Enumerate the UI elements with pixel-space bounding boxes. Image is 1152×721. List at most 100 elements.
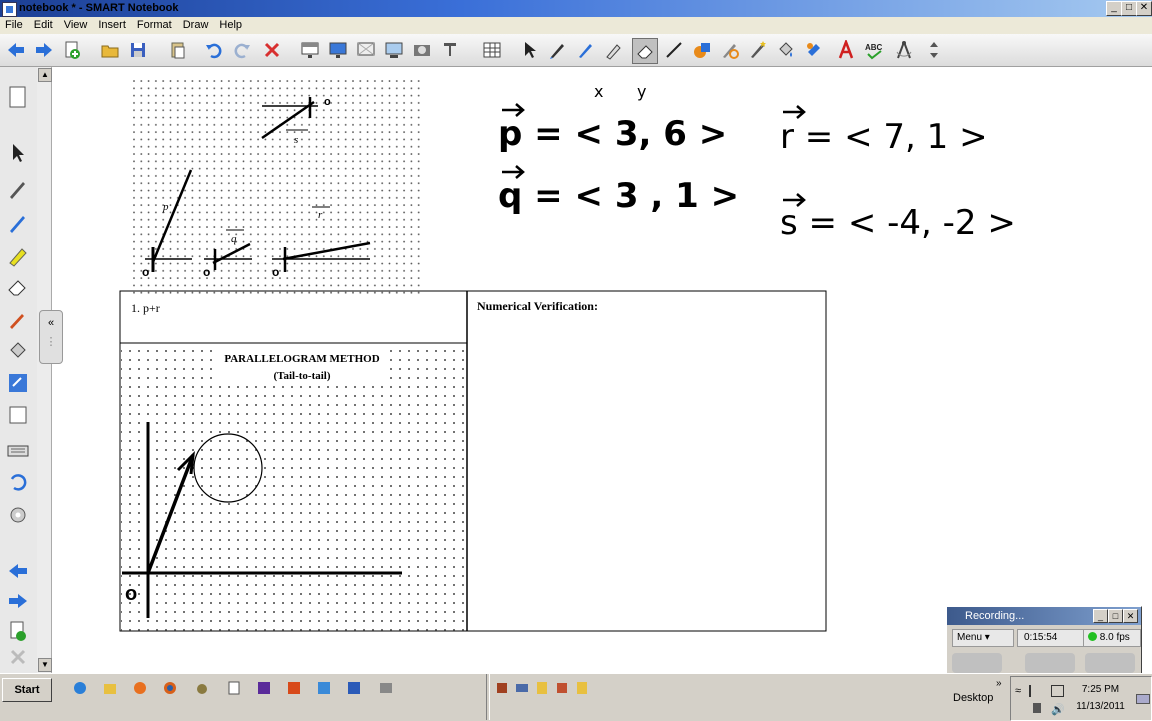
explorer-icon[interactable] [102, 680, 118, 696]
properties-icon[interactable] [804, 40, 824, 60]
save-icon[interactable] [128, 40, 148, 60]
side-undo-icon[interactable] [6, 469, 32, 495]
close-button[interactable]: ✕ [1136, 1, 1152, 16]
start-button[interactable]: Start [2, 678, 52, 702]
recorder-close-button[interactable]: ✕ [1123, 609, 1138, 623]
line-icon[interactable] [664, 40, 684, 60]
document-icon[interactable] [226, 680, 242, 696]
handwritten-notes: x y p = < 3, 6 > q = < 3 , 1 > r = < 7, … [498, 82, 1016, 243]
gimp-icon[interactable] [194, 680, 210, 696]
shapes-icon[interactable] [692, 40, 712, 60]
menu-edit[interactable]: Edit [29, 17, 59, 31]
tray-app-4-icon[interactable] [554, 680, 570, 696]
add-page-icon[interactable] [62, 40, 82, 60]
side-text-icon[interactable] [6, 371, 32, 397]
side-capture-icon[interactable] [6, 403, 32, 429]
menu-help[interactable]: Help [214, 17, 248, 31]
paste-icon[interactable] [168, 40, 188, 60]
document-camera-icon[interactable] [440, 40, 460, 60]
display-icon[interactable] [384, 40, 404, 60]
side-eraser-icon[interactable] [6, 275, 32, 301]
expand-chevron-icon[interactable]: » [996, 678, 1002, 689]
redo-icon[interactable] [232, 40, 252, 60]
powerpoint-icon[interactable] [286, 680, 302, 696]
scroll-down-icon[interactable]: ▼ [38, 658, 52, 672]
tray-app-2-icon[interactable] [514, 680, 530, 696]
word-icon[interactable] [346, 680, 362, 696]
side-highlighter-icon[interactable] [6, 243, 32, 269]
app-icon [2, 2, 17, 17]
text-icon[interactable] [836, 38, 856, 60]
notebook-icon[interactable] [316, 680, 332, 696]
pen-icon[interactable] [548, 40, 568, 60]
screen-shade-icon[interactable] [300, 40, 320, 60]
transparent-background-icon[interactable] [356, 40, 376, 60]
clock[interactable]: 7:25 PM 11/13/2011 [1073, 684, 1128, 712]
side-creative-pen-icon[interactable] [6, 211, 32, 237]
origin-label-bottom: o [125, 583, 137, 605]
side-select-icon[interactable] [6, 141, 32, 167]
menu-view[interactable]: View [59, 17, 94, 31]
ie-icon[interactable] [72, 680, 88, 696]
side-settings-icon[interactable] [6, 503, 32, 529]
menu-insert[interactable]: Insert [93, 17, 132, 31]
side-fill-icon[interactable] [6, 339, 32, 365]
tools-icon[interactable] [378, 680, 394, 696]
creative-pen-icon[interactable] [576, 40, 596, 60]
show-desktop-icon[interactable] [1136, 694, 1150, 704]
toolbar-move-icon[interactable] [924, 40, 944, 60]
maximize-button[interactable]: □ [1121, 1, 1137, 16]
tray-app-5-icon[interactable] [574, 680, 590, 696]
flag-icon[interactable] [1029, 685, 1041, 697]
fill-icon[interactable] [776, 40, 796, 60]
measurement-tools-icon[interactable] [894, 40, 914, 60]
side-previous-page-icon[interactable] [6, 559, 32, 585]
side-keyboard-icon[interactable] [6, 439, 32, 465]
vertical-scrollbar[interactable]: ▲ ▼ [37, 67, 52, 673]
whiteboard-canvas[interactable]: o s p o q o r o 1. p+r Numerical Verific… [52, 67, 1152, 673]
tray-expand-icon[interactable]: ≈ [1015, 685, 1021, 697]
desktop-toolbar-label[interactable]: Desktop [953, 692, 993, 704]
undo-icon[interactable] [204, 40, 224, 60]
media-icon[interactable] [132, 680, 148, 696]
side-pen-icon[interactable] [6, 177, 32, 203]
firefox-icon[interactable] [162, 680, 178, 696]
clock-date: 11/13/2011 [1076, 701, 1125, 712]
select-arrow-icon[interactable] [520, 40, 540, 60]
power-icon[interactable] [1033, 703, 1041, 713]
recorder-control-1[interactable] [952, 653, 1002, 673]
back-arrow-icon[interactable] [6, 40, 26, 60]
sidebar-collapse-handle[interactable]: « ⋮ [39, 310, 63, 364]
side-magic-pen-icon[interactable] [6, 307, 32, 333]
forward-arrow-icon[interactable] [34, 40, 54, 60]
recorder-control-2[interactable] [1025, 653, 1075, 673]
minimize-button[interactable]: _ [1106, 1, 1122, 16]
open-folder-icon[interactable] [100, 40, 120, 60]
capture-icon[interactable] [412, 40, 432, 60]
spell-check-icon[interactable]: ABC [864, 40, 884, 60]
recorder-menu-button[interactable]: Menu ▾ [952, 629, 1014, 647]
delete-icon[interactable] [262, 40, 282, 60]
scroll-up-icon[interactable]: ▲ [38, 68, 52, 82]
tray-app-1-icon[interactable] [494, 680, 510, 696]
eraser-icon[interactable] [632, 38, 658, 64]
volume-icon[interactable]: 🔊 [1051, 703, 1065, 716]
magic-pen-icon[interactable] [748, 40, 768, 60]
highlighter-icon[interactable] [604, 40, 624, 60]
table-icon[interactable] [482, 40, 502, 60]
recorder-minimize-button[interactable]: _ [1093, 609, 1108, 623]
side-add-page-icon[interactable] [6, 619, 32, 645]
onenote-icon[interactable] [256, 680, 272, 696]
menu-draw[interactable]: Draw [178, 17, 215, 31]
recorder-control-3[interactable] [1085, 653, 1135, 673]
full-screen-icon[interactable] [328, 40, 348, 60]
shape-recognition-pen-icon[interactable] [720, 40, 740, 60]
menu-format[interactable]: Format [132, 17, 178, 31]
page-sorter-icon[interactable] [6, 85, 32, 111]
side-delete-page-icon[interactable] [6, 645, 32, 671]
network-icon[interactable] [1051, 685, 1064, 697]
side-next-page-icon[interactable] [6, 589, 32, 615]
tray-app-3-icon[interactable] [534, 680, 550, 696]
menu-file[interactable]: File [0, 17, 29, 31]
recorder-maximize-button[interactable]: □ [1108, 609, 1123, 623]
